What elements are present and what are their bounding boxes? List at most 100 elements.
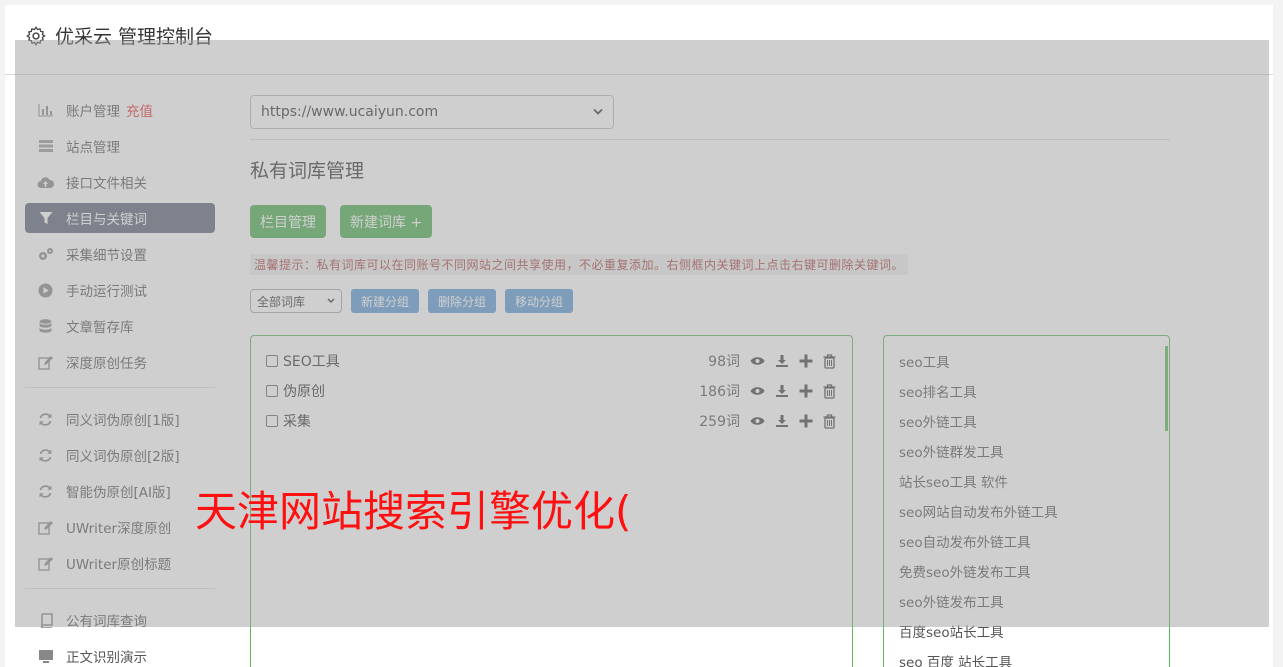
refresh-icon xyxy=(37,483,54,500)
eye-icon[interactable] xyxy=(750,414,765,429)
sidebar-item-article-store[interactable]: 文章暂存库 xyxy=(25,311,215,341)
main-content: https://www.ucaiyun.com 私有词库管理 栏目管理 新建词库… xyxy=(250,95,1170,667)
edit-icon xyxy=(37,519,54,536)
lexicon-actions xyxy=(750,413,837,429)
chevron-down-icon xyxy=(593,108,603,115)
sidebar-item-interface-files[interactable]: 接口文件相关 xyxy=(25,167,215,197)
sidebar-item-label: 手动运行测试 xyxy=(66,284,147,300)
sidebar-item-label: UWriter深度原创 xyxy=(66,521,172,537)
download-icon[interactable] xyxy=(774,384,789,399)
sidebar-item-collect-settings[interactable]: 采集细节设置 xyxy=(25,239,215,269)
refresh-icon xyxy=(37,411,54,428)
list-item: SEO工具 98词 xyxy=(266,346,837,376)
brand: 优采云 管理控制台 xyxy=(25,22,213,49)
lexicon-actions xyxy=(750,353,837,369)
lexicon-checkbox[interactable] xyxy=(266,355,278,367)
list-item: 伪原创 186词 xyxy=(266,376,837,406)
download-icon[interactable] xyxy=(774,414,789,429)
page-title: 私有词库管理 xyxy=(250,160,365,182)
sidebar-item-label: 站点管理 xyxy=(66,140,120,156)
recharge-link[interactable]: 充值 xyxy=(126,100,153,120)
keyword-item[interactable]: seo 百度 站长工具 xyxy=(899,646,1154,667)
lexicon-count: 259词 xyxy=(699,414,740,430)
watermark-text: 天津网站搜索引擎优化( xyxy=(195,487,632,536)
lexicon-filter-select[interactable]: 全部词库 xyxy=(250,289,342,313)
sidebar-item-public-lexicon[interactable]: 公有词库查询 xyxy=(25,605,215,635)
plus-icon[interactable] xyxy=(798,384,813,399)
page: 优采云 管理控制台 账户管理 充值 站点管理 接口文件相关 栏目与关键词 采集细… xyxy=(5,5,1273,667)
gears-icon xyxy=(37,246,54,263)
filter-icon xyxy=(37,210,54,227)
lexicon-filter-value: 全部词库 xyxy=(257,294,306,309)
keyword-item[interactable]: seo外链工具 xyxy=(899,406,1154,436)
site-select[interactable]: https://www.ucaiyun.com xyxy=(250,95,614,129)
sidebar-item-sites[interactable]: 站点管理 xyxy=(25,131,215,161)
chevron-down-icon xyxy=(327,298,335,304)
lexicon-checkbox[interactable] xyxy=(266,385,278,397)
sidebar-item-label: 正文识别演示 xyxy=(66,650,147,666)
keyword-item[interactable]: 免费seo外链发布工具 xyxy=(899,556,1154,586)
list-item: 采集 259词 xyxy=(266,406,837,436)
lexicon-name[interactable]: SEO工具 xyxy=(283,351,660,371)
cloud-upload-icon xyxy=(37,174,54,191)
group-toolbar: 全部词库 新建分组 删除分组 移动分组 xyxy=(250,289,1170,313)
keyword-item[interactable]: seo网站自动发布外链工具 xyxy=(899,496,1154,526)
new-lexicon-button[interactable]: 新建词库 + xyxy=(340,205,433,238)
sidebar-item-label: UWriter原创标题 xyxy=(66,557,172,573)
sidebar-item-deep-original[interactable]: 深度原创任务 xyxy=(25,347,215,377)
sidebar-item-label: 接口文件相关 xyxy=(66,176,147,192)
sidebar-item-label: 栏目与关键词 xyxy=(66,212,147,228)
sidebar-item-label: 深度原创任务 xyxy=(66,356,147,372)
new-group-button[interactable]: 新建分组 xyxy=(351,289,420,313)
divider xyxy=(250,139,1170,140)
trash-icon[interactable] xyxy=(822,413,837,429)
scrollbar[interactable] xyxy=(1165,346,1168,431)
move-group-button[interactable]: 移动分组 xyxy=(505,289,574,313)
sidebar-item-label: 采集细节设置 xyxy=(66,248,147,264)
sidebar-item-columns-keywords[interactable]: 栏目与关键词 xyxy=(25,203,215,233)
keyword-item[interactable]: 百度seo站长工具 xyxy=(899,616,1154,646)
plus-icon[interactable] xyxy=(798,354,813,369)
trash-icon[interactable] xyxy=(822,383,837,399)
gear-icon xyxy=(26,25,46,46)
sidebar-item-account[interactable]: 账户管理 充值 xyxy=(25,95,215,125)
lexicon-count: 186词 xyxy=(699,384,740,400)
column-manage-button[interactable]: 栏目管理 xyxy=(250,205,326,238)
sidebar-item-smart-ai[interactable]: 智能伪原创[AI版] xyxy=(25,476,215,506)
sidebar: 账户管理 充值 站点管理 接口文件相关 栏目与关键词 采集细节设置 手动运行测试… xyxy=(25,95,215,667)
keyword-item[interactable]: seo外链发布工具 xyxy=(899,586,1154,616)
plus-icon[interactable] xyxy=(798,414,813,429)
keyword-item[interactable]: 站长seo工具 软件 xyxy=(899,466,1154,496)
keyword-item[interactable]: seo排名工具 xyxy=(899,376,1154,406)
lexicon-name[interactable]: 伪原创 xyxy=(283,381,660,401)
lexicon-name[interactable]: 采集 xyxy=(283,411,660,431)
sidebar-item-synonym-v2[interactable]: 同义词伪原创[2版] xyxy=(25,440,215,470)
sidebar-item-label: 智能伪原创[AI版] xyxy=(66,485,171,501)
edit-icon xyxy=(37,555,54,572)
keyword-item[interactable]: seo自动发布外链工具 xyxy=(899,526,1154,556)
sidebar-item-uwriter-title[interactable]: UWriter原创标题 xyxy=(25,548,215,578)
sidebar-item-text-recognition[interactable]: 正文识别演示 xyxy=(25,641,215,667)
sidebar-item-label: 公有词库查询 xyxy=(66,614,147,630)
keyword-list-panel[interactable]: seo工具 seo排名工具 seo外链工具 seo外链群发工具 站长seo工具 … xyxy=(883,335,1170,667)
sidebar-item-synonym-v1[interactable]: 同义词伪原创[1版] xyxy=(25,404,215,434)
tip-text: 温馨提示：私有词库可以在同账号不同网站之间共享使用，不必重复添加。右侧框内关键词… xyxy=(250,254,909,275)
database-icon xyxy=(37,318,54,335)
keyword-item[interactable]: seo工具 xyxy=(899,346,1154,376)
edit-icon xyxy=(37,354,54,371)
eye-icon[interactable] xyxy=(750,354,765,369)
sidebar-item-uwriter-deep[interactable]: UWriter深度原创 xyxy=(25,512,215,542)
lexicon-checkbox[interactable] xyxy=(266,415,278,427)
action-buttons: 栏目管理 新建词库 + xyxy=(250,205,1170,238)
delete-group-button[interactable]: 删除分组 xyxy=(428,289,497,313)
lexicon-count: 98词 xyxy=(708,354,740,370)
download-icon[interactable] xyxy=(774,354,789,369)
eye-icon[interactable] xyxy=(750,384,765,399)
sidebar-divider xyxy=(25,387,215,388)
refresh-icon xyxy=(37,447,54,464)
trash-icon[interactable] xyxy=(822,353,837,369)
keyword-item[interactable]: seo外链群发工具 xyxy=(899,436,1154,466)
sidebar-item-manual-test[interactable]: 手动运行测试 xyxy=(25,275,215,305)
play-circle-icon xyxy=(37,282,54,299)
sidebar-divider xyxy=(25,588,215,589)
